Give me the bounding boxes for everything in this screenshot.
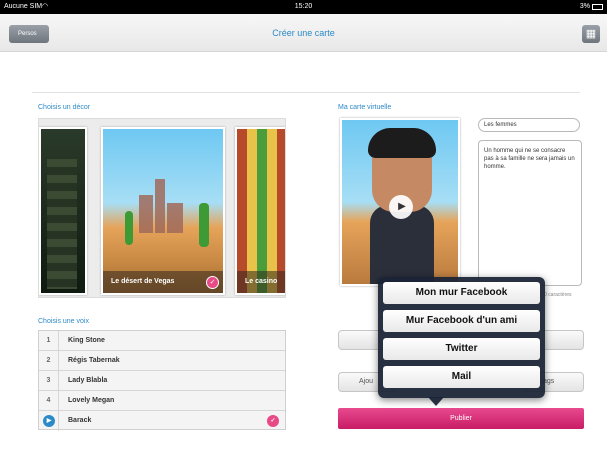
voice-item[interactable]: 3 Lady Blabla	[39, 371, 285, 391]
building-decoration	[139, 195, 153, 233]
page-title: Créer une carte	[272, 28, 335, 38]
voice-number: 3	[39, 371, 59, 391]
voice-item[interactable]: 2 Régis Tabernak	[39, 351, 285, 371]
voice-item[interactable]: 1 King Stone	[39, 331, 285, 351]
check-icon: ✓	[267, 415, 279, 427]
share-popover: Mon mur Facebook Mur Facebook d'un ami T…	[378, 277, 545, 398]
building-decoration	[155, 179, 165, 233]
decor-card-forest[interactable]	[39, 127, 87, 295]
clock: 15:20	[294, 3, 313, 10]
share-friend-facebook-button[interactable]: Mur Facebook d'un ami	[383, 310, 540, 332]
check-icon: ✓	[206, 276, 219, 289]
voice-name: King Stone	[68, 337, 105, 344]
voice-number: 4	[39, 391, 59, 411]
decor-card-caption: Le casino	[237, 271, 285, 293]
grid-menu-icon[interactable]: ▦	[582, 25, 600, 43]
voice-item[interactable]: ▶ Barack ✓	[39, 411, 285, 431]
play-icon[interactable]: ▶	[43, 415, 55, 427]
voice-name: Régis Tabernak	[68, 357, 120, 364]
card-name-input[interactable]: Les femmes	[478, 118, 580, 132]
voice-section-label: Choisis une voix	[38, 318, 89, 325]
decor-section-label: Choisis un décor	[38, 104, 91, 111]
virtual-card-section-label: Ma carte virtuelle	[338, 104, 392, 111]
voice-name: Barack	[68, 417, 92, 424]
voice-name: Lady Blabla	[68, 377, 108, 384]
cactus-decoration	[125, 211, 133, 245]
publish-button[interactable]: Publier	[338, 408, 584, 429]
share-mail-button[interactable]: Mail	[383, 366, 540, 388]
card-preview[interactable]: ▶	[340, 118, 460, 286]
decor-carousel[interactable]: Le désert de Vegas ✓ Le casino	[38, 118, 286, 298]
decor-card-vegas[interactable]: Le désert de Vegas ✓	[101, 127, 225, 295]
card-message-textarea[interactable]: Un homme qui ne se consacre pas à sa fam…	[478, 140, 582, 286]
character-count: 0 caractères	[544, 292, 572, 298]
voice-item[interactable]: 4 Lovely Megan	[39, 391, 285, 411]
voice-number: 1	[39, 331, 59, 351]
decor-card-caption: Le désert de Vegas	[103, 271, 223, 293]
voice-number: 2	[39, 351, 59, 371]
share-my-facebook-button[interactable]: Mon mur Facebook	[383, 282, 540, 304]
popover-arrow	[428, 397, 444, 406]
cactus-decoration	[199, 203, 209, 247]
voice-name: Lovely Megan	[68, 397, 115, 404]
navigation-bar: Persos Créer une carte ▦	[0, 14, 607, 52]
play-icon[interactable]: ▶	[389, 195, 413, 219]
share-twitter-button[interactable]: Twitter	[383, 338, 540, 360]
building-decoration	[167, 203, 183, 233]
voice-list: 1 King Stone 2 Régis Tabernak 3 Lady Bla…	[38, 330, 286, 431]
decor-card-casino[interactable]: Le casino	[235, 127, 285, 295]
voice-number-cell: ▶	[39, 411, 59, 431]
status-bar: Aucune SIM ◠ 15:20 3%	[0, 0, 607, 14]
battery-percent: 3%	[579, 3, 590, 10]
avatar-hair	[368, 128, 436, 158]
battery-icon	[592, 4, 603, 10]
